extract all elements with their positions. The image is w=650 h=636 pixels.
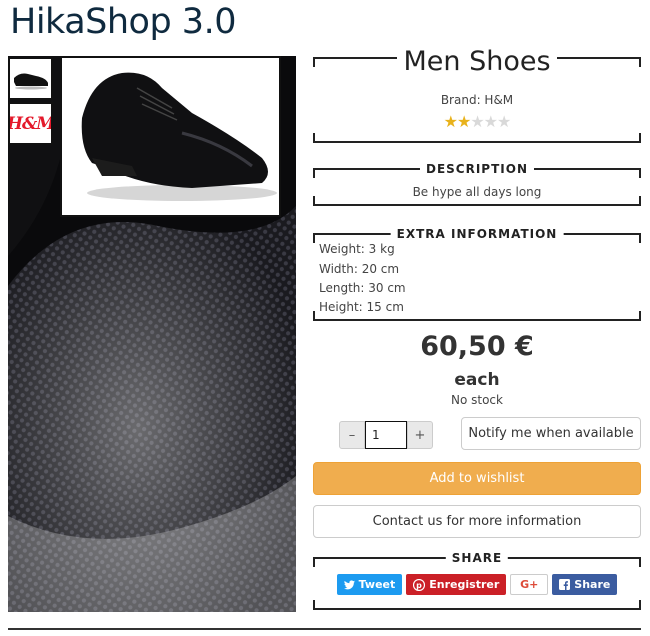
pinterest-save-button[interactable]: p Enregistrer [406,574,507,595]
extra-info-heading: EXTRA INFORMATION [390,227,564,241]
name-section-bottom [313,133,641,143]
hm-logo: H&M [8,113,53,134]
share-heading: SHARE [445,551,509,565]
description-text: Be hype all days long [412,185,542,199]
share-section-bottom [313,600,641,610]
quantity-input[interactable]: 1 [365,421,407,449]
star-icon-filled[interactable]: ★ [457,112,471,131]
description-heading: DESCRIPTION [419,162,535,176]
selected-thumbnail-preview[interactable] [60,56,281,217]
star-icon-filled[interactable]: ★ [444,112,458,131]
pinterest-icon: p [413,578,426,591]
page-divider [8,628,641,630]
stock-status: No stock [451,393,503,407]
product-name-text: Men Shoes [397,46,557,77]
tweet-button[interactable]: Tweet [336,574,403,595]
share-buttons: Tweet p Enregistrer G+ Share [313,574,641,595]
star-icon-empty[interactable]: ★ [470,112,484,131]
quantity-plus-button[interactable]: + [407,421,433,449]
star-icon-empty[interactable]: ★ [484,112,498,131]
thumbnail-list: H&M [8,57,54,147]
add-to-wishlist-button[interactable]: Add to wishlist [313,462,641,495]
extra-info-width: Width: 20 cm [319,262,400,276]
description-section-bottom [313,196,641,206]
thumbnail-brand-logo[interactable]: H&M [8,102,53,145]
rating-stars[interactable]: ★★★★★ [313,112,641,131]
extra-info-weight: Weight: 3 kg [319,242,395,256]
price-unit: each [454,370,500,390]
pinterest-label: Enregistrer [429,578,500,591]
facebook-share-button[interactable]: Share [552,574,618,595]
extra-info-height: Height: 15 cm [319,300,404,314]
product-name: Men Shoes [313,46,641,77]
facebook-share-label: Share [574,578,611,591]
quantity-stepper: – 1 + [339,421,433,449]
quantity-minus-button[interactable]: – [339,421,365,449]
google-plus-button[interactable]: G+ [510,574,549,595]
shoe-photo-icon [81,72,277,201]
site-title: HikaShop 3.0 [10,2,236,42]
extra-info-section-bottom [313,311,641,321]
notify-me-button[interactable]: Notify me when available [461,417,641,450]
extra-info-length: Length: 30 cm [319,281,406,295]
product-details-column: Men Shoes Brand: H&M ★★★★★ DESCRIPTION B… [313,0,641,636]
brand-line: Brand: H&M [440,93,514,107]
thumbnail-shoe[interactable] [8,57,53,100]
product-price: 60,50 € [420,331,534,362]
svg-text:p: p [416,581,422,590]
contact-us-button[interactable]: Contact us for more information [313,505,641,538]
shoe-thumbnail-icon [13,73,48,89]
facebook-icon [559,579,571,590]
twitter-bird-icon [343,579,355,589]
star-icon-empty[interactable]: ★ [497,112,511,131]
tweet-label: Tweet [358,578,396,591]
